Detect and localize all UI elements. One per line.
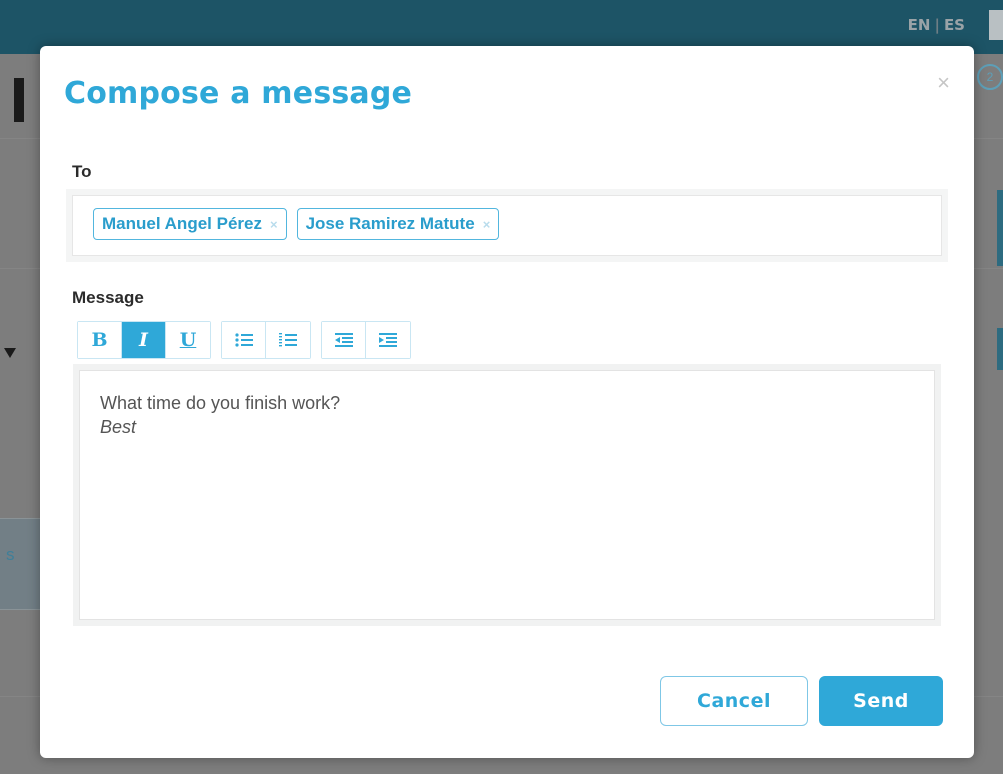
background-side-bar <box>997 190 1003 266</box>
list-group <box>221 321 311 359</box>
recipient-tag: Manuel Angel Pérez × <box>93 208 287 240</box>
lang-separator: | <box>934 16 940 34</box>
chevron-down-icon <box>4 348 16 358</box>
remove-recipient-icon[interactable]: × <box>483 217 491 232</box>
indent-group <box>321 321 411 359</box>
format-group: B I U <box>77 321 211 359</box>
modal-title: Compose a message <box>64 76 413 111</box>
message-signature: Best <box>100 417 137 437</box>
message-editor[interactable]: What time do you finish work? Best <box>73 364 941 626</box>
message-label: Message <box>72 288 144 307</box>
to-label: To <box>72 162 92 181</box>
remove-recipient-icon[interactable]: × <box>270 217 278 232</box>
send-button[interactable]: Send <box>819 676 943 726</box>
indent-icon <box>379 333 397 347</box>
recipient-tag: Jose Ramirez Matute × <box>296 208 500 240</box>
bullet-list-icon <box>234 333 253 347</box>
editor-toolbar: B I U <box>77 321 411 359</box>
language-switcher: EN | ES <box>908 16 965 34</box>
background-tab-label: s <box>6 545 15 564</box>
message-line: What time do you finish work? <box>100 393 341 413</box>
recipients-field[interactable]: Manuel Angel Pérez × Jose Ramirez Matute… <box>66 189 948 262</box>
compose-modal: × Compose a message To Manuel Angel Pére… <box>40 46 974 758</box>
header-side-block <box>989 10 1003 40</box>
background-side-bar <box>997 328 1003 370</box>
recipients-input[interactable]: Manuel Angel Pérez × Jose Ramirez Matute… <box>72 195 942 256</box>
lang-en-link[interactable]: EN <box>908 16 931 34</box>
bullet-list-button[interactable] <box>222 322 266 358</box>
notification-badge[interactable]: 2 <box>977 64 1003 90</box>
lang-es-link[interactable]: ES <box>944 16 965 34</box>
outdent-icon <box>334 333 353 347</box>
cancel-button[interactable]: Cancel <box>660 676 808 726</box>
close-icon[interactable]: × <box>937 72 950 94</box>
numbered-list-button[interactable] <box>266 322 310 358</box>
italic-button[interactable]: I <box>122 322 166 358</box>
bold-button[interactable]: B <box>78 322 122 358</box>
outdent-button[interactable] <box>322 322 366 358</box>
logo-fragment <box>14 78 24 122</box>
numbered-list-icon <box>279 333 297 347</box>
recipient-name: Manuel Angel Pérez <box>102 214 262 233</box>
message-textarea[interactable]: What time do you finish work? Best <box>79 370 935 620</box>
indent-button[interactable] <box>366 322 410 358</box>
underline-button[interactable]: U <box>166 322 210 358</box>
recipient-name: Jose Ramirez Matute <box>305 214 475 233</box>
